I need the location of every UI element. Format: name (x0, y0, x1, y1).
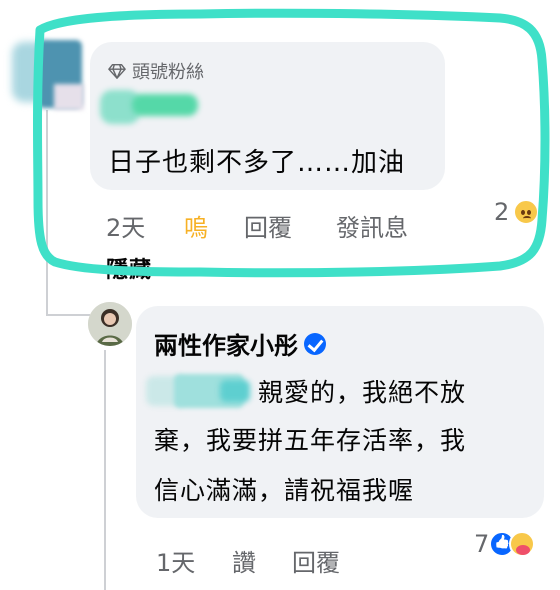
reply-reaction-summary[interactable]: 7 (474, 530, 536, 558)
reply-button[interactable]: 回覆 (244, 208, 336, 243)
care-emoji-icon (509, 531, 536, 557)
badge-label: 頭號粉絲 (132, 62, 204, 83)
reply-thread-line (104, 350, 106, 590)
message-button[interactable]: 發訊息 (336, 208, 408, 243)
sad-emoji-icon (513, 199, 540, 225)
reply-reply-button[interactable]: 回覆 (292, 543, 340, 578)
reply-actions: 1天 讚 回覆 (156, 543, 340, 578)
reply-reaction-count: 7 (474, 530, 490, 558)
diamond-icon (108, 63, 126, 79)
reply-text-line-1: 親愛的，我絕不放 (258, 378, 467, 407)
thread-connector-branch (46, 314, 90, 316)
reaction-button[interactable]: 嗚 (184, 208, 244, 243)
hide-button[interactable]: 隱藏 (106, 252, 152, 284)
comment-text: 日子也剩不多了……加油 (108, 148, 406, 178)
comment-reaction-summary[interactable]: 2 (494, 198, 540, 226)
reply-text-line-2: 棄，我要拼五年存活率，我 (154, 426, 467, 455)
reply-text-line-3: 信心滿滿，請祝福我喔 (154, 476, 415, 505)
like-button[interactable]: 讚 (232, 543, 292, 578)
reply-timestamp[interactable]: 1天 (156, 543, 232, 578)
author-avatar[interactable] (88, 302, 132, 346)
reply-author[interactable]: 兩性作家小彤 (154, 326, 326, 361)
thread-connector-line (46, 110, 48, 315)
mention-censored[interactable] (140, 372, 258, 412)
comment-actions: 2天 嗚 回覆 發訊息 (106, 208, 408, 243)
commenter-avatar-censored[interactable] (2, 38, 86, 110)
author-name[interactable]: 兩性作家小彤 (154, 326, 298, 361)
verified-badge-icon (304, 332, 326, 355)
commenter-name-censored[interactable] (96, 84, 206, 126)
comment-timestamp[interactable]: 2天 (106, 208, 184, 243)
top-fan-badge: 頭號粉絲 (108, 58, 204, 84)
avatar-photo-icon (88, 302, 132, 346)
reaction-count: 2 (494, 198, 510, 226)
